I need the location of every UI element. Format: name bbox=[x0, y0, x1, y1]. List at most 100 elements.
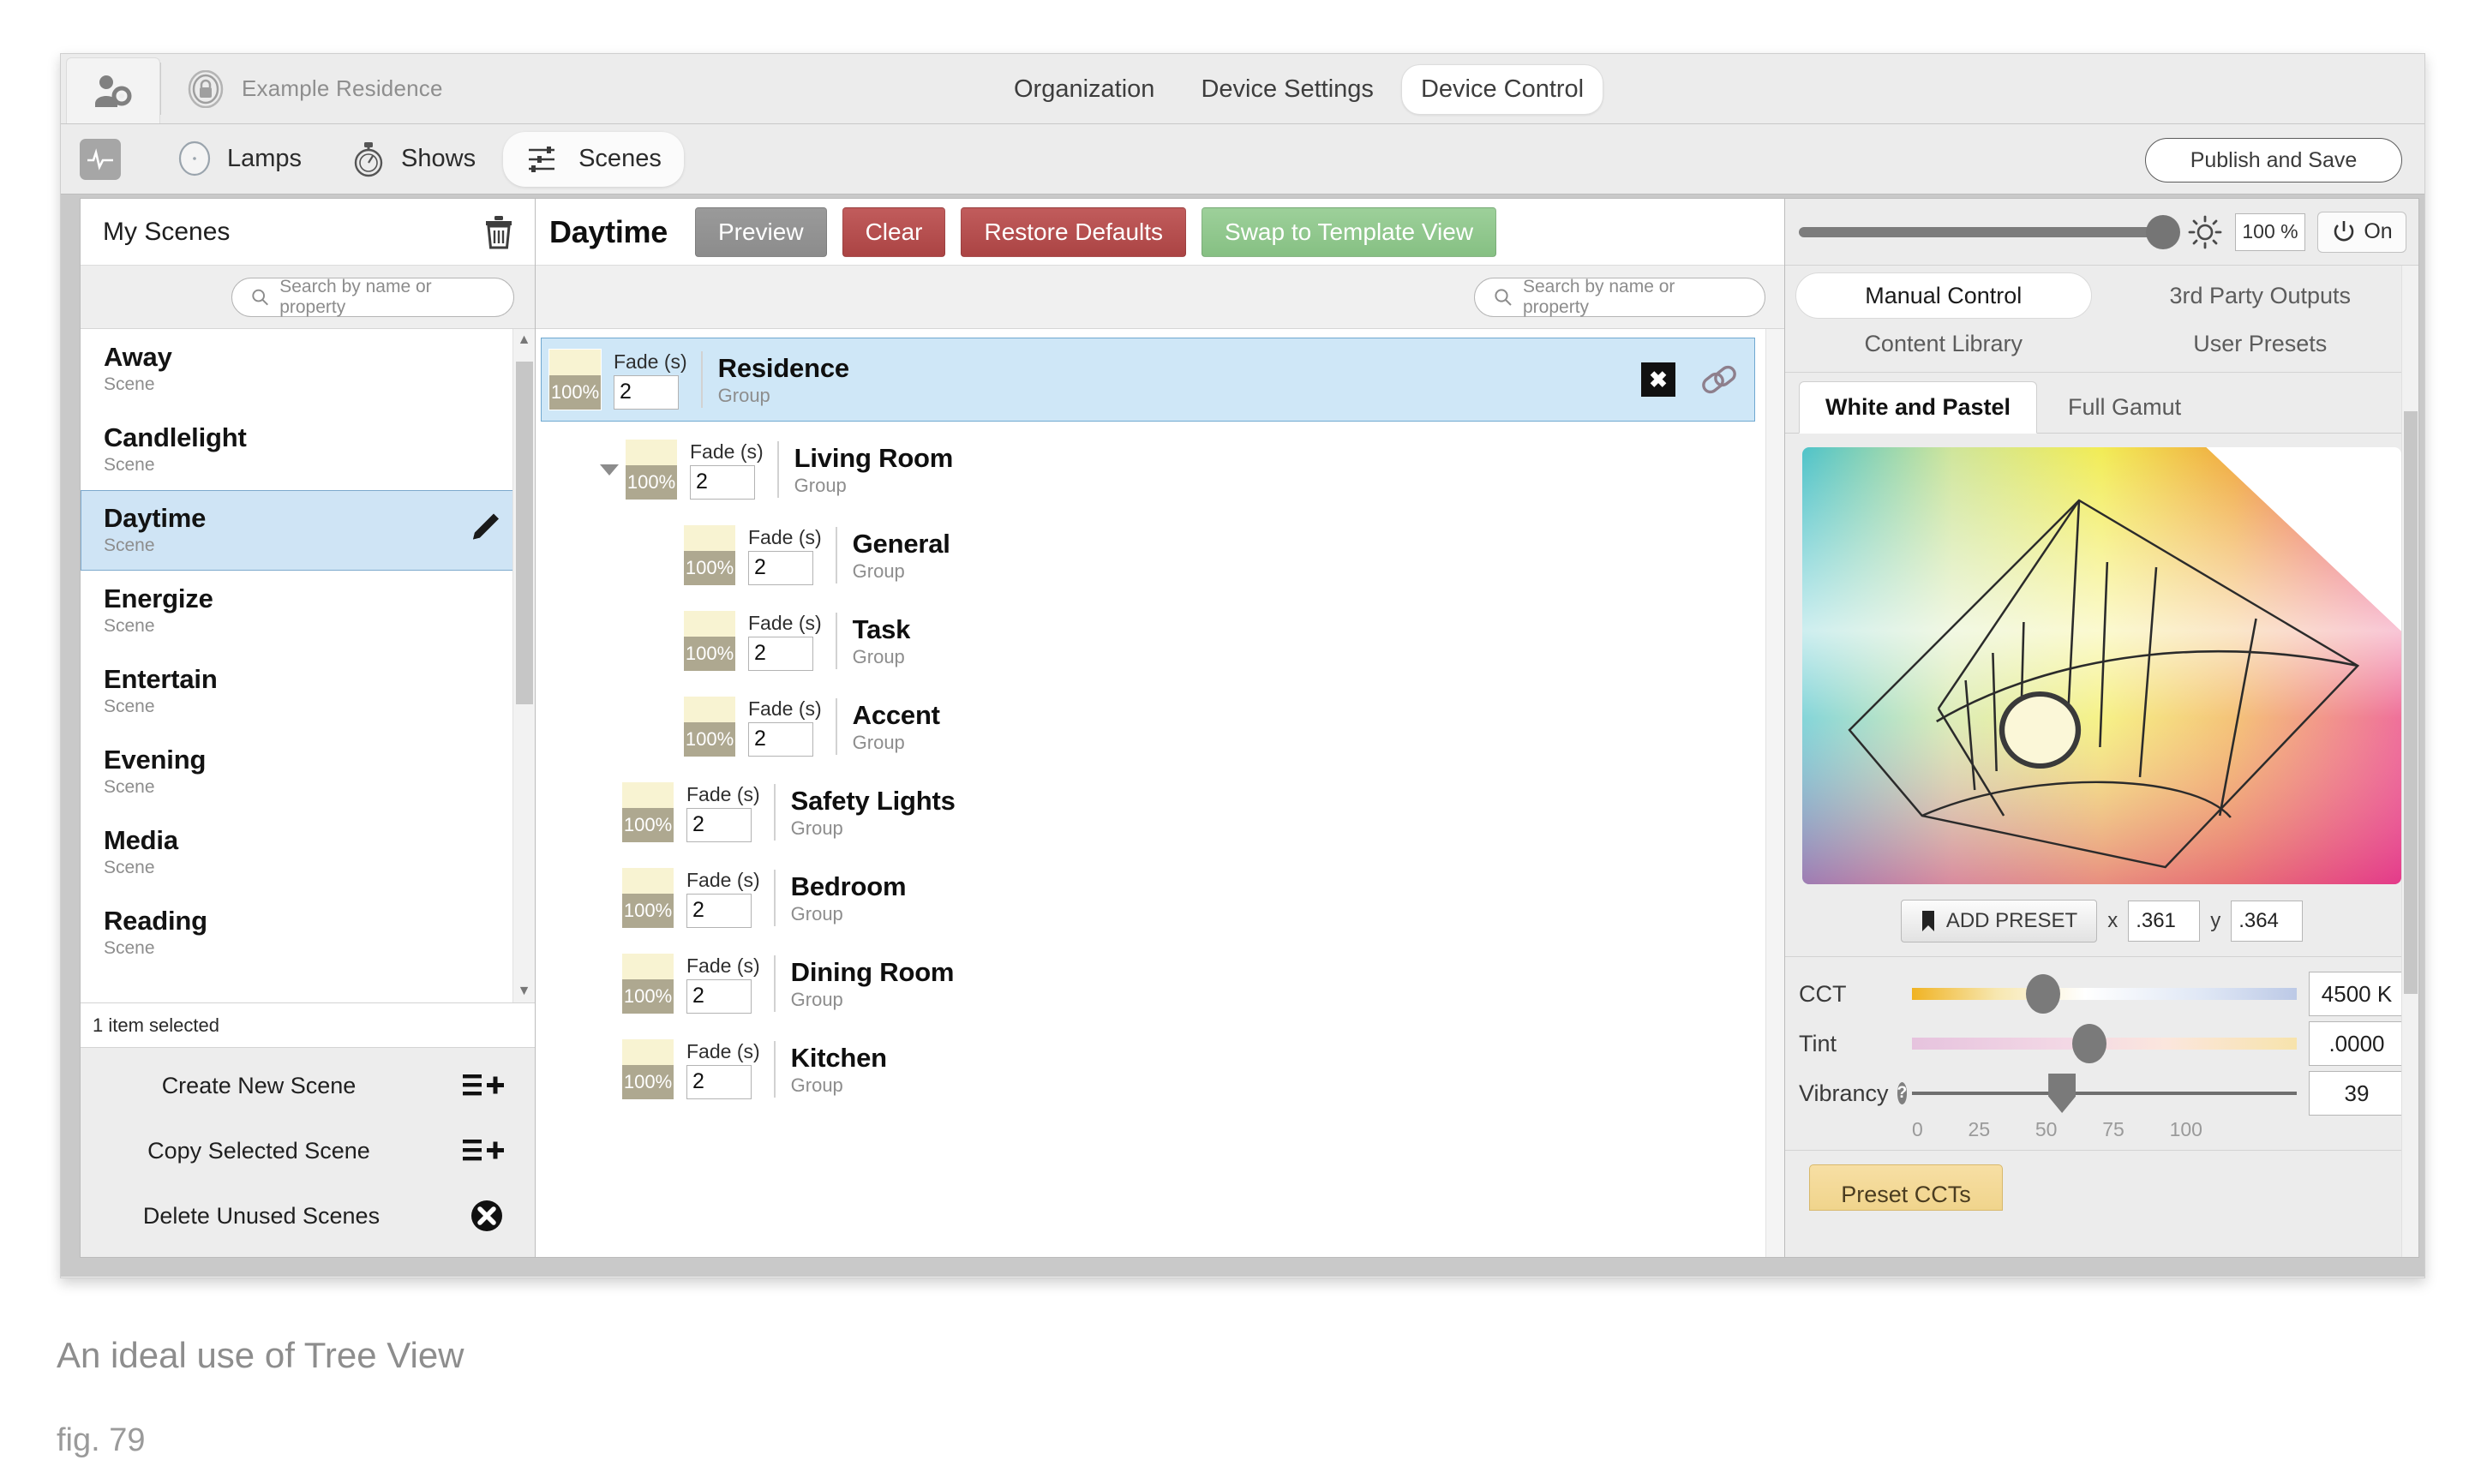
mode-tab-group: Manual Control 3rd Party Outputs Content… bbox=[1785, 266, 2418, 373]
cct-slider-thumb[interactable] bbox=[2025, 974, 2060, 1014]
fade-input[interactable] bbox=[748, 636, 813, 671]
swap-to-template-view-button[interactable]: Swap to Template View bbox=[1202, 206, 1497, 257]
x-icon[interactable]: ✖ bbox=[1641, 362, 1675, 397]
expand-collapse-caret-icon[interactable] bbox=[597, 458, 621, 482]
search-icon bbox=[252, 289, 268, 305]
preset-ccts-button[interactable]: Preset CCTs bbox=[1809, 1164, 2003, 1211]
cct-value[interactable]: 4500 K bbox=[2309, 972, 2405, 1016]
tint-slider[interactable] bbox=[1912, 1019, 2297, 1068]
copy-selected-scene-button[interactable]: Copy Selected Scene bbox=[81, 1118, 535, 1183]
scenes-list-scrollbar[interactable]: ▲ ▼ bbox=[512, 329, 535, 1002]
intensity-swatch[interactable]: 100% bbox=[621, 953, 674, 1014]
tree-search-input[interactable]: Search by name or property bbox=[1474, 277, 1765, 317]
clear-button[interactable]: Clear bbox=[842, 206, 946, 257]
vibrancy-slider[interactable] bbox=[1912, 1068, 2297, 1118]
tab-full-gamut[interactable]: Full Gamut bbox=[2042, 382, 2207, 433]
tint-value[interactable]: .0000 bbox=[2309, 1021, 2405, 1066]
fade-input[interactable] bbox=[690, 464, 755, 500]
table-row[interactable]: 100% Fade (s) General Group bbox=[536, 516, 1784, 595]
intensity-slider-thumb[interactable] bbox=[2146, 214, 2180, 249]
control-panel-scrollbar[interactable] bbox=[2401, 266, 2418, 1257]
divider bbox=[773, 870, 776, 926]
tab-white-and-pastel[interactable]: White and Pastel bbox=[1799, 381, 2038, 434]
publish-and-save-button[interactable]: Publish and Save bbox=[2145, 138, 2402, 183]
scenes-search-input[interactable]: Search by name or property bbox=[231, 277, 514, 317]
table-row[interactable]: 100% Fade (s) Bedroom Group bbox=[536, 859, 1784, 937]
pulse-button[interactable] bbox=[80, 138, 121, 180]
intensity-swatch[interactable]: 100% bbox=[548, 349, 602, 410]
table-row[interactable]: 100% Fade (s) Kitchen Group bbox=[536, 1030, 1784, 1109]
vibrancy-slider-thumb[interactable] bbox=[2048, 1074, 2076, 1113]
table-row[interactable]: 100% Fade (s) Living Room Group bbox=[536, 430, 1784, 509]
fade-control: Fade (s) bbox=[686, 783, 760, 842]
link-icon[interactable] bbox=[1698, 359, 1741, 400]
intensity-swatch[interactable]: 100% bbox=[621, 1038, 674, 1100]
intensity-swatch[interactable]: 100% bbox=[625, 439, 678, 500]
list-item[interactable]: Media Scene bbox=[81, 812, 535, 893]
edit-scene-button[interactable] bbox=[465, 510, 503, 552]
intensity-value[interactable]: 100 % bbox=[2235, 212, 2305, 251]
delete-unused-scenes-button[interactable]: Delete Unused Scenes bbox=[81, 1183, 535, 1248]
sub-tab-lamps[interactable]: Lamps bbox=[155, 130, 324, 188]
node-type: Group bbox=[852, 731, 905, 753]
table-row[interactable]: 100% Fade (s) Accent Group bbox=[536, 687, 1784, 766]
table-row[interactable]: 100% Fade (s) Task Group bbox=[536, 601, 1784, 680]
tab-device-settings[interactable]: Device Settings bbox=[1182, 65, 1393, 114]
list-item[interactable]: Candlelight Scene bbox=[81, 410, 535, 490]
list-item[interactable]: Entertain Scene bbox=[81, 651, 535, 732]
intensity-slider[interactable] bbox=[1799, 214, 2180, 249]
intensity-swatch[interactable]: 100% bbox=[683, 610, 736, 672]
list-item[interactable]: Away Scene bbox=[81, 329, 535, 410]
tint-slider-thumb[interactable] bbox=[2071, 1024, 2106, 1063]
tab-organization[interactable]: Organization bbox=[995, 65, 1173, 114]
list-item[interactable]: Evening Scene bbox=[81, 732, 535, 812]
preview-button[interactable]: Preview bbox=[694, 206, 827, 257]
fade-input[interactable] bbox=[686, 807, 752, 842]
sub-tab-shows[interactable]: Shows bbox=[329, 129, 498, 189]
intensity-swatch[interactable]: 100% bbox=[683, 524, 736, 586]
tree-scrollbar[interactable] bbox=[1765, 329, 1784, 1257]
fade-input[interactable] bbox=[686, 893, 752, 928]
restore-defaults-button[interactable]: Restore Defaults bbox=[961, 206, 1187, 257]
intensity-swatch[interactable]: 100% bbox=[621, 781, 674, 843]
scrollbar-thumb[interactable] bbox=[516, 362, 533, 704]
y-coordinate-input[interactable]: .364 bbox=[2231, 901, 2304, 942]
fade-control: Fade (s) bbox=[690, 440, 764, 500]
table-row[interactable]: 100% Fade (s) Residence Group ✖ bbox=[541, 338, 1755, 422]
help-icon[interactable]: ? bbox=[1897, 1082, 1908, 1104]
tab-manual-control[interactable]: Manual Control bbox=[1795, 272, 2092, 319]
chromaticity-diagram[interactable] bbox=[1802, 447, 2401, 884]
intensity-swatch[interactable]: 100% bbox=[621, 867, 674, 929]
power-toggle-button[interactable]: On bbox=[2317, 211, 2406, 253]
vibrancy-tick: 100 bbox=[2169, 1118, 2202, 1140]
sub-tab-scenes[interactable]: Scenes bbox=[503, 131, 684, 187]
table-row[interactable]: 100% Fade (s) Safety Lights Group bbox=[536, 773, 1784, 852]
tab-device-control[interactable]: Device Control bbox=[1400, 63, 1604, 115]
list-item[interactable]: Energize Scene bbox=[81, 571, 535, 651]
scroll-down-icon[interactable]: ▼ bbox=[513, 980, 535, 1002]
x-coordinate-input[interactable]: .361 bbox=[2128, 901, 2201, 942]
list-item-selected[interactable]: Daytime Scene bbox=[81, 490, 535, 571]
trash-icon[interactable] bbox=[483, 214, 514, 250]
table-row[interactable]: 100% Fade (s) Dining Room Group bbox=[536, 944, 1784, 1023]
fade-input[interactable] bbox=[686, 1064, 752, 1099]
cct-slider[interactable] bbox=[1912, 969, 2297, 1019]
user-settings-button[interactable] bbox=[66, 57, 160, 123]
create-new-scene-button[interactable]: Create New Scene bbox=[81, 1053, 535, 1118]
fade-input[interactable] bbox=[686, 978, 752, 1014]
scene-type: Scene bbox=[104, 858, 155, 877]
tab-3rd-party-outputs[interactable]: 3rd Party Outputs bbox=[2112, 272, 2409, 319]
scrollbar-thumb[interactable] bbox=[2404, 411, 2418, 994]
vibrancy-value[interactable]: 39 bbox=[2309, 1071, 2405, 1116]
scroll-up-icon[interactable]: ▲ bbox=[513, 329, 535, 351]
divider bbox=[773, 955, 776, 1012]
list-item[interactable]: Reading Scene bbox=[81, 893, 535, 973]
fade-input[interactable] bbox=[748, 721, 813, 757]
add-preset-button[interactable]: ADD PRESET bbox=[1900, 900, 2098, 942]
intensity-swatch[interactable]: 100% bbox=[683, 696, 736, 757]
organization-indicator[interactable]: Example Residence bbox=[161, 54, 443, 123]
tab-user-presets[interactable]: User Presets bbox=[2112, 320, 2409, 367]
tab-content-library[interactable]: Content Library bbox=[1795, 320, 2092, 367]
fade-input[interactable] bbox=[614, 374, 679, 410]
fade-input[interactable] bbox=[748, 550, 813, 585]
